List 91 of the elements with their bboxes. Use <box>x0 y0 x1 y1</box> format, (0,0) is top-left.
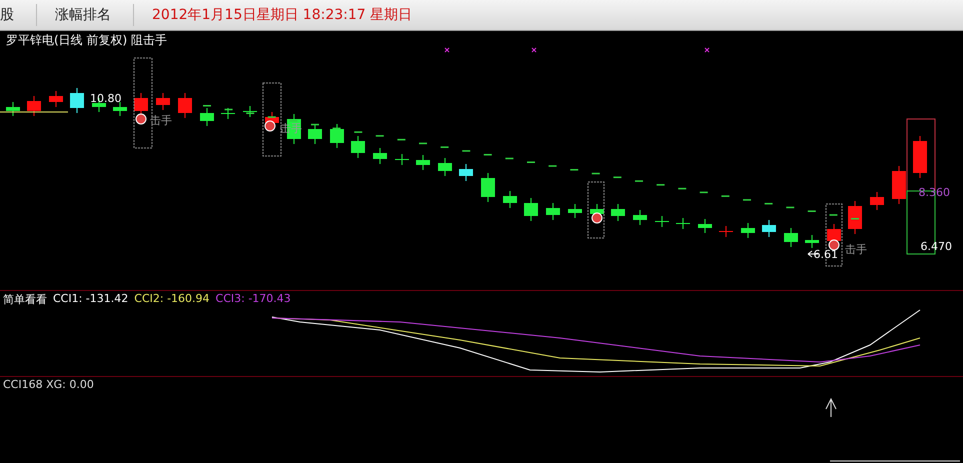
candlestick <box>49 90 63 108</box>
resistance-dash <box>289 120 298 122</box>
candlestick <box>676 218 690 230</box>
resistance-dash <box>462 150 470 152</box>
indicator-value: CCI3: -170.43 <box>216 292 291 307</box>
signal-arrow-icon <box>826 398 836 418</box>
candlestick <box>546 202 560 220</box>
resistance-dash <box>592 172 600 174</box>
candlestick <box>373 148 387 164</box>
candlestick <box>200 108 214 126</box>
candlestick <box>221 108 235 120</box>
candlestick <box>351 136 365 158</box>
resistance-dash <box>700 192 708 194</box>
resistance-dash <box>851 218 859 220</box>
candlestick <box>178 92 192 118</box>
candlestick <box>741 222 755 238</box>
resistance-dash <box>678 188 686 190</box>
resistance-dash <box>786 206 794 208</box>
candlestick <box>134 92 148 116</box>
resistance-dash <box>548 165 557 167</box>
candlestick <box>308 124 322 144</box>
candlestick <box>655 216 669 228</box>
price-label: 6.61 <box>814 248 838 261</box>
resistance-dash <box>397 138 406 140</box>
signal-marker-icon <box>592 212 602 224</box>
signal-marker-icon <box>828 240 840 250</box>
resistance-dash <box>224 108 233 110</box>
candlestick <box>481 172 495 202</box>
candlestick <box>524 198 538 222</box>
resistance-dash <box>440 146 449 148</box>
candlestick <box>568 204 582 218</box>
resistance-dash <box>656 184 665 186</box>
signal-frame <box>588 182 604 238</box>
signal-marker-icon <box>264 120 276 132</box>
candlestick <box>330 124 344 148</box>
signal-label: 击手 <box>845 243 867 256</box>
resistance-dash <box>203 105 211 106</box>
candlestick <box>611 204 625 222</box>
candlestick <box>805 234 819 248</box>
resistance-dash <box>376 135 384 137</box>
candlestick <box>870 192 884 210</box>
candlestick <box>848 200 862 234</box>
resistance-dash <box>505 158 514 160</box>
candlestick <box>70 88 84 114</box>
resistance-dash <box>808 210 816 212</box>
price-label: 10.80 <box>90 92 122 105</box>
resistance-dash <box>743 199 751 201</box>
candlestick <box>416 154 430 170</box>
candlestick <box>27 96 41 116</box>
toolbar-tab[interactable]: 股 <box>0 4 37 26</box>
candlestick <box>913 136 927 178</box>
candlestick <box>156 92 170 110</box>
date-time-label: 2012年1月15日星期日 18:23:17 星期日 <box>152 6 412 24</box>
signal-marker-icon <box>136 114 146 124</box>
resistance-dash <box>527 162 535 163</box>
cross-marker-icon <box>532 48 536 52</box>
resistance-dash <box>829 214 838 216</box>
indicator-value: CCI1: -131.42 <box>53 292 128 307</box>
resistance-dash <box>419 142 427 144</box>
chart-title: 罗平锌电(日线 前复权) 阻击手 <box>6 32 167 49</box>
candlestick <box>892 166 906 204</box>
cross-marker-icon <box>444 48 450 52</box>
indicator-name: 简单看看 <box>3 292 47 307</box>
candlestick <box>698 218 712 234</box>
candlestick <box>243 106 257 118</box>
candlestick <box>784 228 798 248</box>
resistance-dash <box>721 195 730 197</box>
candlestick <box>113 102 127 116</box>
candlestick <box>633 210 647 226</box>
candlestick <box>395 154 409 166</box>
resistance-dash <box>613 176 622 178</box>
candlestick <box>6 102 20 116</box>
candlestick <box>459 164 473 182</box>
signal-label: 击手 <box>150 114 172 127</box>
resistance-dash <box>311 124 319 126</box>
candlestick <box>762 220 776 238</box>
candlestick <box>719 226 733 238</box>
indicator-value: CCI168 XG: 0.00 <box>3 378 94 391</box>
resistance-dash <box>354 131 362 133</box>
candlestick <box>503 190 517 208</box>
resistance-dash <box>484 154 492 156</box>
cross-marker-icon <box>704 48 710 52</box>
resistance-dash <box>764 202 773 204</box>
indicator-value: CCI2: -160.94 <box>134 292 210 307</box>
resistance-dash <box>332 128 341 130</box>
resistance-dash <box>635 180 643 182</box>
resistance-dash <box>246 112 254 114</box>
candlestick <box>438 158 452 176</box>
resistance-dash <box>268 116 276 118</box>
toolbar-tab[interactable]: 涨幅排名 <box>55 4 134 26</box>
resistance-dash <box>570 169 578 171</box>
